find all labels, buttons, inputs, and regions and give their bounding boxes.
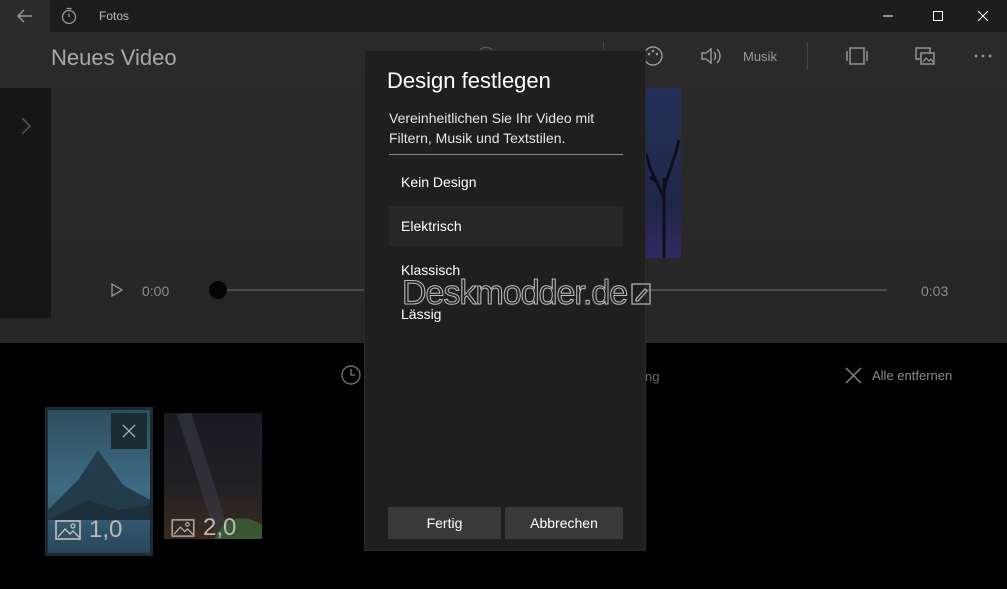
storyboard-card[interactable]: 1,0 (45, 407, 153, 556)
dialog-description: Vereinheitlichen Sie Ihr Video mit Filte… (389, 110, 595, 146)
aspect-ratio-icon[interactable] (845, 44, 869, 68)
storyboard-card[interactable]: 2,0 (164, 413, 262, 539)
card-duration-value: 1,0 (89, 516, 123, 543)
card-duration: 2,0 (171, 514, 236, 539)
close-icon (845, 367, 862, 384)
design-option-elektrisch[interactable]: Elektrisch (389, 206, 623, 246)
design-option-label: Elektrisch (401, 218, 462, 234)
duration-icon[interactable] (340, 364, 362, 386)
minimize-button[interactable] (865, 0, 911, 32)
video-preview (644, 88, 681, 258)
project-title[interactable]: Neues Video (51, 45, 177, 71)
watermark-text: Deskmodder.de (401, 274, 628, 313)
seek-track[interactable] (218, 289, 364, 291)
dialog-divider (389, 154, 623, 155)
close-icon (977, 10, 989, 22)
title-bar: Fotos (0, 0, 1007, 32)
done-button[interactable]: Fertig (388, 507, 501, 539)
pencil-icon (631, 282, 651, 305)
export-icon[interactable] (913, 44, 937, 68)
image-icon (171, 519, 195, 537)
cancel-button[interactable]: Abbrechen (505, 507, 623, 539)
current-time: 0:00 (142, 283, 170, 299)
back-button[interactable] (0, 0, 50, 32)
minimize-icon (883, 15, 893, 17)
toolbar-divider (807, 42, 808, 70)
design-option-label: Kein Design (401, 174, 477, 190)
card-duration-value: 2,0 (203, 514, 237, 539)
card-duration: 1,0 (55, 516, 122, 544)
remove-all-label: Alle entfernen (872, 368, 953, 383)
speaker-icon[interactable] (699, 44, 723, 68)
maximize-button[interactable] (915, 0, 961, 32)
music-button-label[interactable]: Musik (743, 49, 777, 64)
app-title: Fotos (99, 9, 130, 23)
arrow-left-icon (17, 9, 32, 23)
remove-all-button[interactable]: Alle entfernen (845, 367, 952, 384)
maximize-icon (933, 11, 943, 21)
card-remove-button[interactable] (111, 413, 147, 449)
tree-silhouette-icon (644, 139, 681, 258)
dialog-title: Design festlegen (387, 68, 551, 93)
watermark: Deskmodder.de (401, 274, 651, 313)
more-options-icon[interactable] (971, 44, 995, 68)
seek-track[interactable] (646, 289, 887, 291)
play-icon[interactable] (110, 282, 124, 298)
mountain-image-icon (48, 450, 150, 520)
timer-icon (61, 7, 77, 25)
close-icon (122, 424, 136, 438)
image-icon (55, 520, 81, 540)
seek-thumb[interactable] (209, 281, 227, 299)
design-option-kein-design[interactable]: Kein Design (389, 162, 623, 202)
previous-panel[interactable] (0, 88, 51, 318)
chevron-right-icon (21, 117, 32, 135)
storyboard-action-label[interactable]: ng (645, 369, 659, 384)
close-button[interactable] (960, 0, 1006, 32)
total-time: 0:03 (921, 283, 949, 299)
